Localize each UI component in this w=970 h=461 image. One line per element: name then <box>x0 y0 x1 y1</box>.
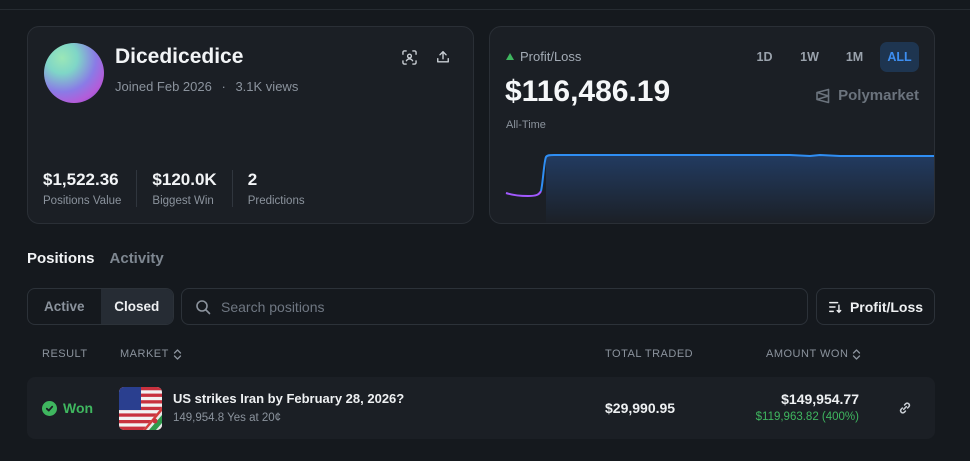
search-icon <box>196 299 211 314</box>
sort-icon <box>828 301 842 313</box>
range-all[interactable]: ALL <box>880 42 919 72</box>
search-box <box>181 288 808 325</box>
section-tabs: Positions Activity <box>27 250 164 267</box>
range-1w[interactable]: 1W <box>790 42 829 72</box>
username: Dicedicedice <box>115 45 244 68</box>
pnl-label: Profit/Loss <box>520 49 582 64</box>
stat-biggest-win: $120.0K Biggest Win <box>152 170 233 207</box>
filter-active-button[interactable]: Active <box>28 289 101 324</box>
total-traded-value: $29,990.95 <box>605 400 676 416</box>
avatar[interactable] <box>44 43 104 103</box>
stat-value: $120.0K <box>152 170 217 189</box>
header-result: RESULT <box>42 348 88 360</box>
check-circle-icon <box>42 400 57 416</box>
table-row[interactable]: Won US strikes Iran by February 28, 2026… <box>27 377 935 439</box>
tab-activity[interactable]: Activity <box>110 250 164 267</box>
market-title[interactable]: US strikes Iran by February 28, 2026? <box>173 391 404 406</box>
share-button[interactable] <box>433 47 453 67</box>
us-iran-flags-icon <box>119 387 162 430</box>
meta-separator: · <box>221 79 226 94</box>
tab-positions[interactable]: Positions <box>27 250 95 267</box>
polymarket-brand: Polymarket <box>815 87 919 104</box>
stat-label: Predictions <box>247 195 305 207</box>
scan-icon <box>401 49 417 65</box>
result-label: Won <box>63 400 94 416</box>
header-amount-won[interactable]: AMOUNT WON <box>766 348 861 360</box>
sort-button[interactable]: Profit/Loss <box>816 288 935 325</box>
upload-icon <box>437 51 449 63</box>
pnl-chart <box>505 153 934 223</box>
sort-arrows-icon <box>853 348 861 360</box>
pnl-header: Profit/Loss <box>506 49 581 64</box>
range-1d[interactable]: 1D <box>745 42 784 72</box>
stat-predictions: 2 Predictions <box>248 170 320 207</box>
stat-value: $1,522.36 <box>43 170 119 189</box>
brand-name: Polymarket <box>838 87 919 104</box>
pnl-line-before <box>505 190 542 198</box>
status-filter: Active Closed <box>27 288 174 325</box>
stat-value: 2 <box>247 170 258 189</box>
stat-label: Positions Value <box>43 195 122 207</box>
view-count: 3.1K views <box>235 79 299 94</box>
header-total-traded: TOTAL TRADED <box>605 348 694 360</box>
range-1m[interactable]: 1M <box>835 42 874 72</box>
sort-label: Profit/Loss <box>849 298 924 315</box>
search-input[interactable] <box>221 298 781 315</box>
pnl-period: All-Time <box>506 119 546 131</box>
sort-arrows-icon <box>173 348 181 360</box>
link-icon <box>899 402 911 414</box>
stat-positions-value: $1,522.36 Positions Value <box>43 170 138 207</box>
polymarket-logo-icon <box>816 88 830 103</box>
profile-card: Dicedicedice Joined Feb 2026 · 3.1K view… <box>27 26 474 224</box>
header-market-label: MARKET <box>120 348 169 360</box>
market-position: 149,954.8 Yes at 20¢ <box>173 412 282 424</box>
profit-loss-card: Profit/Loss $116,486.19 All-Time 1D 1W 1… <box>489 26 935 224</box>
stat-label: Biggest Win <box>152 195 214 207</box>
share-link-button[interactable] <box>896 399 914 417</box>
top-divider <box>0 9 970 10</box>
profit-value: $119,963.82 (400%) <box>755 411 859 423</box>
scan-qr-button[interactable] <box>399 47 419 67</box>
pnl-chart-area <box>546 155 934 223</box>
profile-stats: $1,522.36 Positions Value $120.0K Bigges… <box>43 170 335 207</box>
up-triangle-icon <box>506 53 514 60</box>
result-status: Won <box>42 400 93 416</box>
pnl-value: $116,486.19 <box>505 75 671 108</box>
filter-closed-button[interactable]: Closed <box>100 289 173 324</box>
market-thumbnail[interactable] <box>119 387 162 430</box>
amount-won-value: $149,954.77 <box>781 391 859 407</box>
joined-date: Joined Feb 2026 <box>115 79 212 94</box>
header-market[interactable]: MARKET <box>120 348 182 360</box>
profile-meta: Joined Feb 2026 · 3.1K views <box>115 79 298 94</box>
header-amount-won-label: AMOUNT WON <box>766 348 849 360</box>
range-selector: 1D 1W 1M ALL <box>745 42 919 72</box>
